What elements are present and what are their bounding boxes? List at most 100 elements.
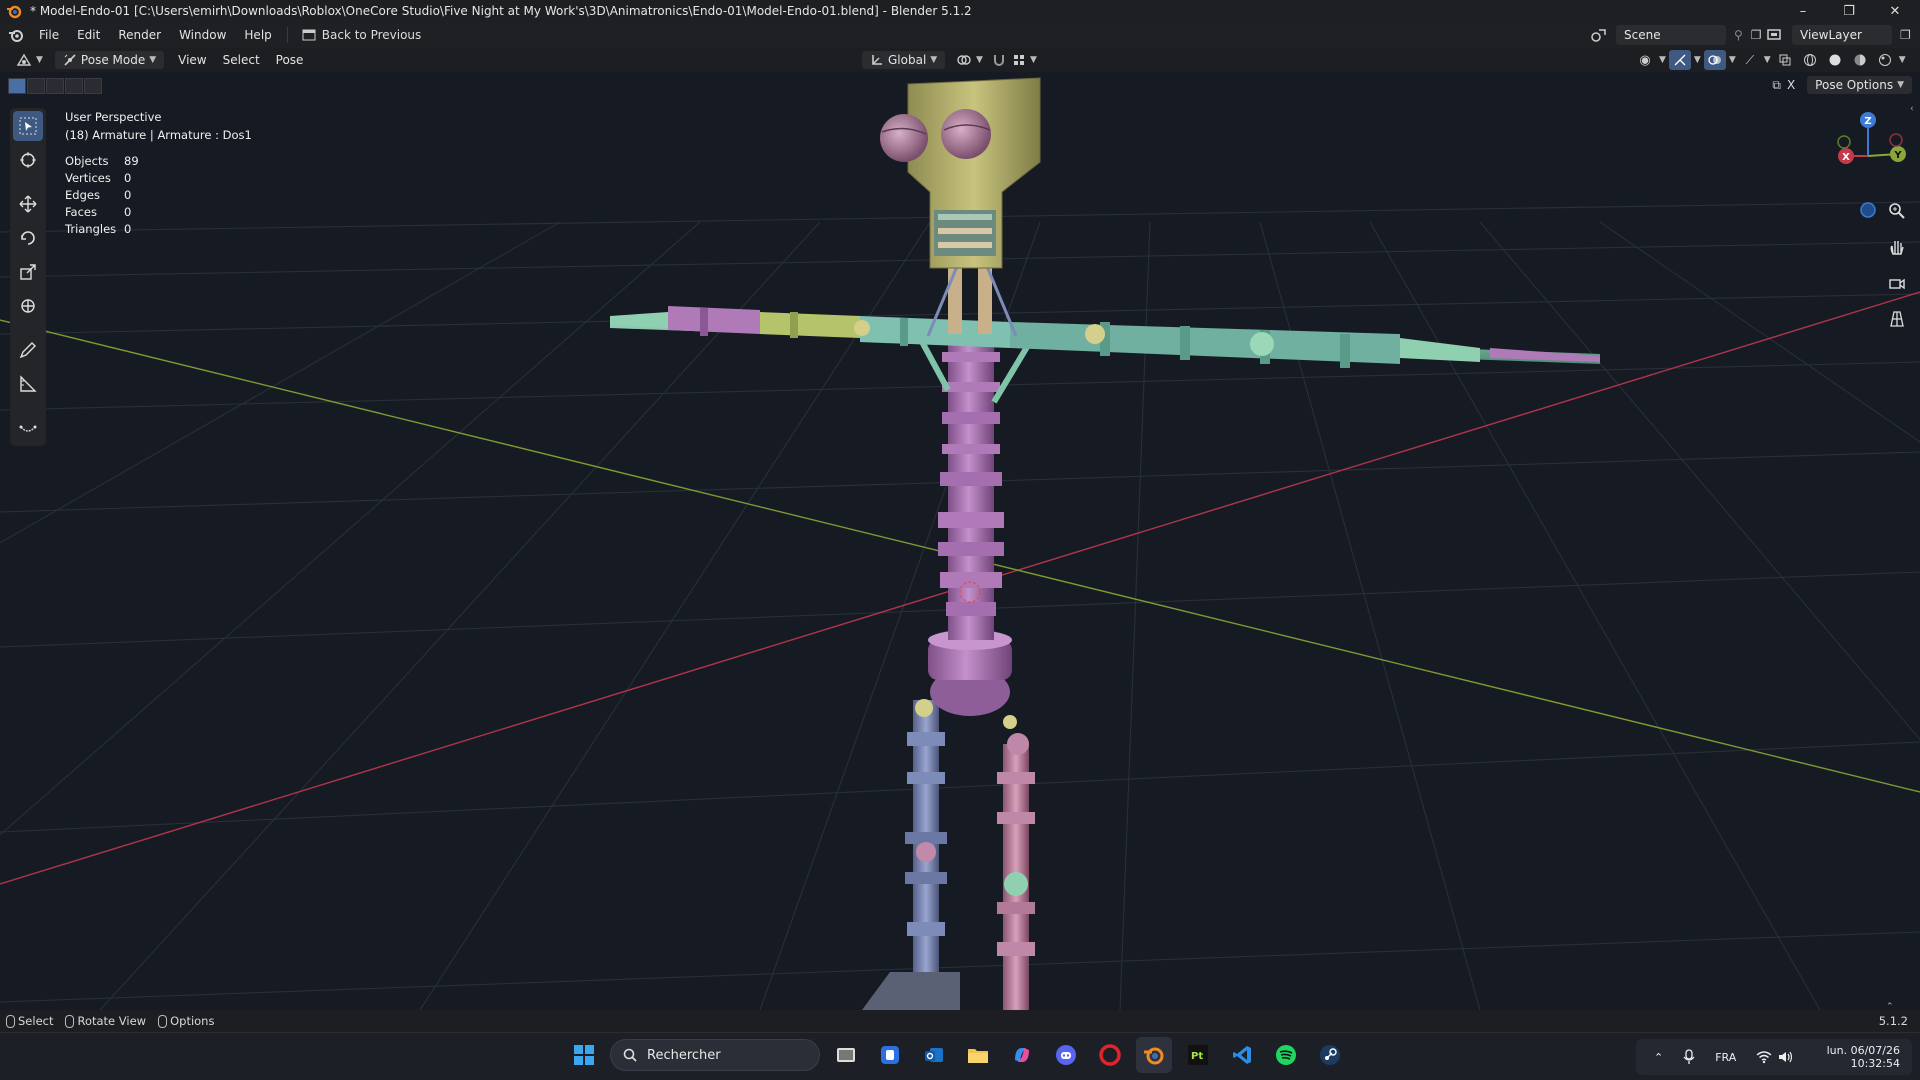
taskbar-search[interactable]: Rechercher <box>610 1039 820 1071</box>
file-explorer-button[interactable] <box>960 1037 996 1073</box>
xray-toggle[interactable] <box>1774 50 1796 70</box>
view-layer-name: ViewLayer <box>1800 28 1862 42</box>
close-window-button[interactable]: ✕ <box>1872 0 1918 22</box>
shading-solid-button[interactable] <box>1824 50 1846 70</box>
head <box>880 77 1041 269</box>
view-layer-icon[interactable] <box>1766 27 1784 43</box>
overlays-toggle[interactable] <box>1703 50 1726 70</box>
pose-options-button[interactable]: Pose Options ▼ <box>1807 76 1912 94</box>
bone-overlay-button[interactable]: ⟋ <box>1739 50 1761 70</box>
copilot-icon <box>1015 1048 1029 1062</box>
select-box-tool[interactable] <box>13 111 43 141</box>
measure-tool[interactable] <box>13 369 43 399</box>
scene-field[interactable]: Scene <box>1616 25 1726 45</box>
scale-tool[interactable] <box>13 257 43 287</box>
view-layer-field[interactable]: ViewLayer <box>1792 25 1892 45</box>
rotate-tool[interactable] <box>13 223 43 253</box>
pose-options-group: ⧉ X Pose Options ▼ <box>1772 76 1912 94</box>
sidebar-toggle-icon[interactable]: ‹ <box>1910 104 1914 114</box>
select-new-button[interactable] <box>8 78 26 94</box>
select-intersect-button[interactable] <box>84 78 102 94</box>
expand-up-icon[interactable]: ⌃ <box>1886 1002 1894 1010</box>
pycharm-button[interactable]: Pt <box>1180 1037 1216 1073</box>
shading-wireframe-button[interactable] <box>1799 50 1821 70</box>
status-select-hint: Select <box>6 1014 53 1028</box>
blender-menu-icon[interactable] <box>8 27 24 43</box>
transform-tool[interactable] <box>13 291 43 321</box>
scene-icon[interactable] <box>1590 27 1608 43</box>
volume-icon[interactable] <box>1778 1050 1794 1064</box>
menu-file[interactable]: File <box>30 25 68 45</box>
annotate-tool[interactable] <box>13 335 43 365</box>
shading-rendered-button[interactable] <box>1874 50 1896 70</box>
viewport-overlay-controls: ◉ ▼ ▼ ▼ ⟋ ▼ ▼ <box>1634 50 1906 70</box>
menu-window[interactable]: Window <box>170 25 235 45</box>
back-to-previous-button[interactable]: Back to Previous <box>294 25 430 45</box>
shading-material-button[interactable] <box>1849 50 1871 70</box>
show-hidden-icons-icon[interactable]: ⌃ <box>1654 1051 1663 1064</box>
menu-edit[interactable]: Edit <box>68 25 109 45</box>
new-scene-icon[interactable]: ❐ <box>1751 28 1762 42</box>
blender-version: 5.1.2 <box>1878 1014 1908 1028</box>
perspective-toggle-button[interactable] <box>1882 304 1912 334</box>
restore-button[interactable]: ❐ <box>1826 0 1872 22</box>
select-subtract-button[interactable] <box>46 78 64 94</box>
language-indicator[interactable]: FRA <box>1715 1051 1736 1064</box>
blender-taskbar-button[interactable] <box>1136 1037 1172 1073</box>
pin-icon[interactable]: ⚲ <box>1734 28 1743 42</box>
status-options-hint: Options <box>158 1014 214 1028</box>
new-view-layer-icon[interactable]: ❐ <box>1900 28 1911 42</box>
neg-y-handle[interactable] <box>1837 135 1851 149</box>
discord-icon <box>1056 1045 1076 1065</box>
move-tool[interactable] <box>13 189 43 219</box>
discord-button[interactable] <box>1048 1037 1084 1073</box>
header-menu-view[interactable]: View <box>170 51 214 69</box>
wifi-icon[interactable] <box>1756 1050 1772 1064</box>
transform-orientation-selector[interactable]: Global ▼ <box>862 51 946 69</box>
mirror-icon[interactable]: ⧉ <box>1772 78 1781 93</box>
steam-button[interactable] <box>1312 1037 1348 1073</box>
cursor-tool[interactable] <box>13 145 43 175</box>
minimize-button[interactable]: – <box>1780 0 1826 22</box>
rendered-sphere-icon <box>1878 54 1891 66</box>
header-menu-select[interactable]: Select <box>215 51 268 69</box>
zoom-button[interactable] <box>1882 196 1912 226</box>
bone-tool[interactable] <box>13 413 43 443</box>
spotify-button[interactable] <box>1268 1037 1304 1073</box>
select-invert-button[interactable] <box>65 78 83 94</box>
visibility-button[interactable]: ◉ <box>1634 50 1656 70</box>
x-mirror-toggle[interactable]: X <box>1787 78 1795 92</box>
neg-x-handle[interactable] <box>1889 133 1903 147</box>
select-extend-button[interactable] <box>27 78 45 94</box>
left-leg <box>862 699 960 1010</box>
transform-icon <box>21 299 35 313</box>
task-view-button[interactable] <box>828 1037 864 1073</box>
clock[interactable]: lun. 06/07/26 10:32:54 <box>1827 1044 1900 1070</box>
chevron-down-icon: ▼ <box>1659 55 1666 65</box>
menu-render[interactable]: Render <box>109 25 170 45</box>
gizmo-toggle[interactable] <box>1668 50 1691 70</box>
camera-view-button[interactable] <box>1882 268 1912 298</box>
app-button[interactable] <box>872 1037 908 1073</box>
chevron-down-icon: ▼ <box>1898 55 1906 65</box>
chevron-down-icon: ▼ <box>149 55 157 65</box>
opera-button[interactable] <box>1092 1037 1128 1073</box>
header-menu-pose[interactable]: Pose <box>268 51 312 69</box>
snap-target-button[interactable]: ▼ <box>1004 51 1045 69</box>
copilot-button[interactable] <box>1004 1037 1040 1073</box>
menu-help[interactable]: Help <box>235 25 280 45</box>
microphone-icon[interactable] <box>1683 1049 1695 1065</box>
hand-icon <box>1890 241 1904 255</box>
scene-canvas[interactable] <box>0 72 1920 1010</box>
start-button[interactable] <box>566 1037 602 1073</box>
cursor-arrow-icon <box>19 117 37 135</box>
3d-viewport[interactable]: User Perspective (18) Armature | Armatur… <box>0 72 1920 1010</box>
vscode-button[interactable] <box>1224 1037 1260 1073</box>
pan-button[interactable] <box>1882 232 1912 262</box>
neg-z-handle[interactable] <box>1860 202 1876 218</box>
outlook-button[interactable] <box>916 1037 952 1073</box>
editor-type-button[interactable]: ▼ <box>8 51 51 69</box>
mode-selector[interactable]: Pose Mode ▼ <box>54 51 165 69</box>
chevron-down-icon: ▼ <box>1897 80 1904 90</box>
stat-label: Edges <box>65 188 100 202</box>
